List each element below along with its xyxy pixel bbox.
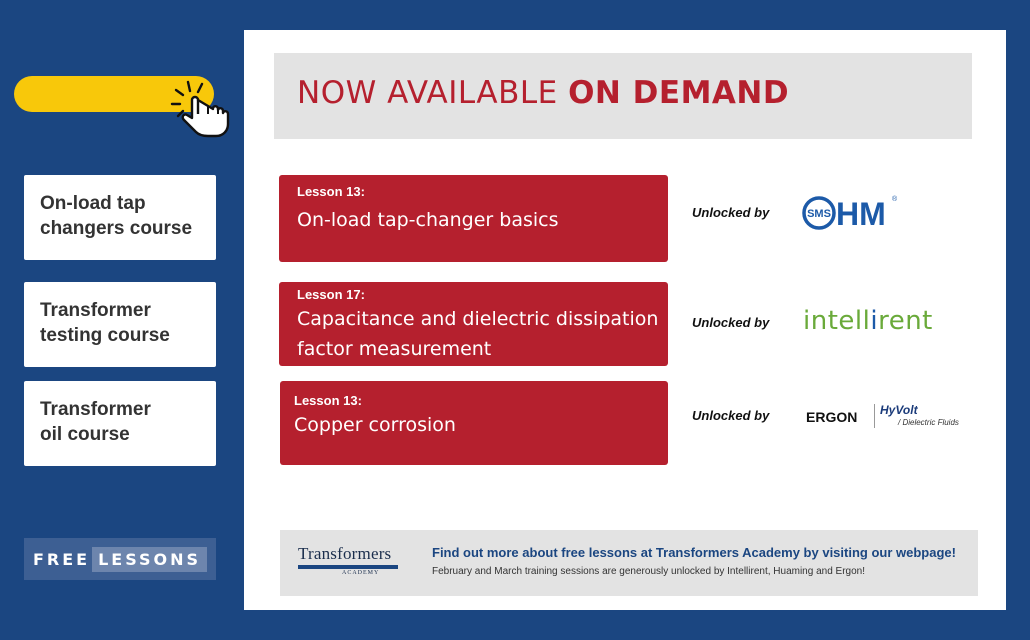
free-lessons-badge: FREE LESSONS — [24, 538, 216, 580]
unlocked-by-label: Unlocked by — [692, 408, 770, 423]
pointer-hand-icon — [168, 78, 238, 140]
lesson-title: Capacitance and dielectric dissipation f… — [297, 308, 659, 360]
lesson-number: Lesson 17: — [297, 287, 365, 302]
footer-banner: Transformers ACADEMY Find out more about… — [280, 530, 978, 596]
title-bold: ON DEMAND — [568, 75, 790, 111]
logo-sub: ACADEMY — [342, 570, 380, 576]
sponsor-mark: ® — [892, 195, 898, 203]
logo-name: Transformers — [298, 544, 392, 563]
sponsor-part: i — [870, 306, 879, 336]
unlocked-by-label: Unlocked by — [692, 315, 770, 330]
course-card-tap-changers[interactable]: On-load tap changers course — [24, 175, 216, 260]
sponsor-brand: HyVolt — [880, 403, 918, 417]
sponsor-logo-hm: SMS HM ® — [802, 193, 902, 233]
footer-note: February and March training sessions are… — [432, 566, 866, 577]
lessons-word: LESSONS — [92, 546, 208, 572]
sponsor-emblem: SMS — [807, 208, 831, 220]
page-title: NOW AVAILABLE ON DEMAND — [274, 53, 972, 139]
course-card-transformer-oil[interactable]: Transformer oil course — [24, 381, 216, 466]
sponsor-logo-ergon: ERGON HyVolt / Dielectric Fluids — [806, 402, 966, 432]
lesson-card-tap-changer-basics[interactable]: Lesson 13: On-load tap-changer basics — [279, 175, 668, 262]
lesson-card-capacitance[interactable]: Lesson 17: Capacitance and dielectric di… — [279, 282, 668, 366]
logo-bar — [298, 565, 398, 569]
lesson-number: Lesson 13: — [294, 393, 362, 408]
sponsor-part: rent — [878, 306, 933, 336]
transformers-academy-logo: Transformers ACADEMY — [298, 544, 400, 576]
unlocked-by-label: Unlocked by — [692, 205, 770, 220]
free-word: FREE — [32, 549, 91, 569]
sponsor-part: intell — [803, 306, 871, 336]
lesson-title: On-load tap-changer basics — [297, 209, 559, 231]
sponsor-name: ERGON — [806, 409, 858, 425]
logo-divider — [874, 404, 875, 428]
sponsor-name: HM — [836, 196, 886, 232]
lesson-card-copper-corrosion[interactable]: Lesson 13: Copper corrosion — [280, 381, 668, 465]
course-card-transformer-testing[interactable]: Transformer testing course — [24, 282, 216, 367]
sponsor-logo-intellirent: intellirent — [803, 304, 933, 338]
lesson-number: Lesson 13: — [297, 184, 365, 199]
lesson-title: Copper corrosion — [294, 414, 456, 436]
webpage-link[interactable]: Find out more about free lessons at Tran… — [432, 545, 956, 560]
title-light: NOW AVAILABLE — [297, 75, 558, 111]
sponsor-tagline: / Dielectric Fluids — [898, 418, 959, 427]
